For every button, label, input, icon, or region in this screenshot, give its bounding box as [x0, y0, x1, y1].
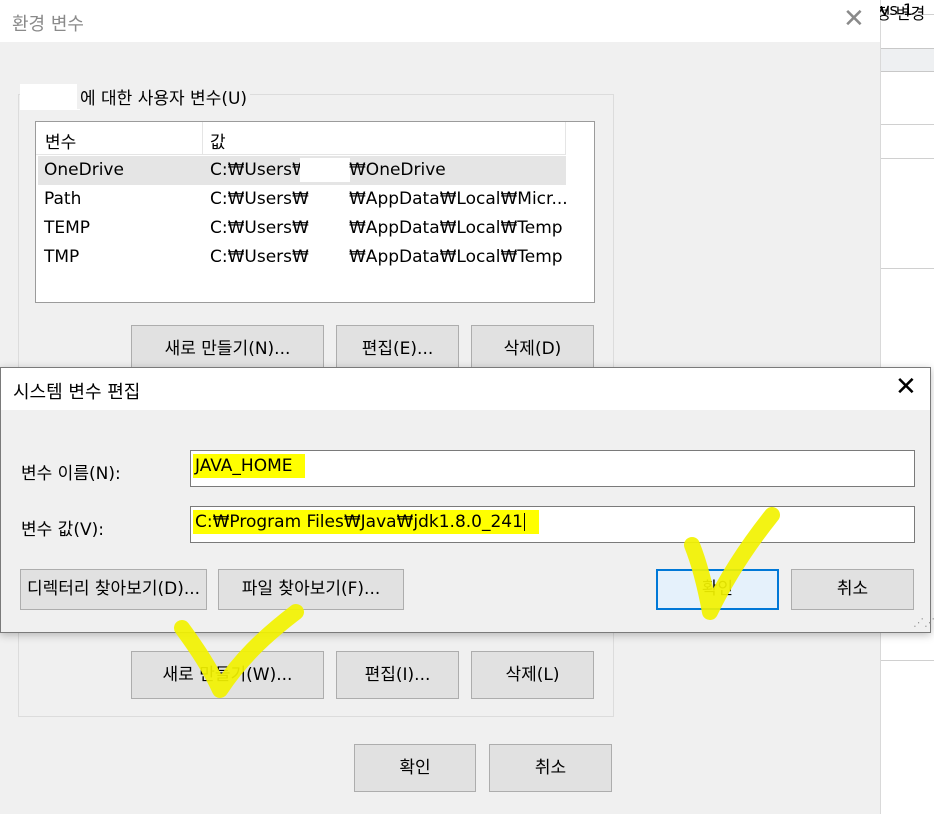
row-name: TMP [44, 247, 80, 267]
row-name: Path [44, 189, 82, 209]
row-name: TEMP [44, 218, 91, 238]
edit-system-variable-dialog: 시스템 변수 편집 ✕ 변수 이름(N): JAVA_HOME 변수 값(V):… [0, 367, 934, 633]
column-header-name[interactable]: 변수 [45, 128, 76, 153]
divider [881, 158, 934, 159]
column-separator [565, 122, 566, 154]
column-separator [202, 122, 203, 154]
system-delete-button[interactable]: 삭제(L) [471, 651, 594, 699]
divider [881, 124, 934, 125]
row-value-prefix: C:₩Users₩ [210, 247, 309, 267]
title-bar: 환경 변수 ✕ [0, 0, 880, 42]
title-bar: 시스템 변수 편집 ✕ [1, 368, 930, 410]
dialog-title: 환경 변수 [12, 14, 84, 35]
variable-name-label: 변수 이름(N): [21, 464, 121, 484]
variable-name-value: JAVA_HOME [193, 454, 305, 478]
dialog-title: 시스템 변수 편집 [13, 382, 141, 403]
user-delete-button[interactable]: 삭제(D) [471, 325, 594, 373]
row-value-suffix: ₩AppData₩Local₩Micr... [349, 189, 568, 209]
close-icon[interactable]: ✕ [843, 4, 865, 34]
user-edit-button[interactable]: 편집(E)... [336, 325, 459, 373]
edit-cancel-button[interactable]: 취소 [791, 569, 914, 610]
background-toolbar [881, 48, 934, 72]
table-row[interactable]: TEMP C:₩Users₩ ₩AppData₩Local₩Temp [38, 214, 566, 243]
redacted-username [300, 158, 350, 182]
system-new-button[interactable]: 새로 만들기(W)... [131, 651, 324, 699]
close-icon[interactable]: ✕ [895, 372, 917, 402]
list-header: 변수 값 [36, 122, 566, 155]
row-value-suffix: ₩AppData₩Local₩Temp [349, 218, 563, 238]
resize-grip-icon[interactable]: ⋰⋰ [913, 616, 934, 629]
variable-name-input[interactable]: JAVA_HOME [190, 450, 915, 487]
table-row[interactable]: TMP C:₩Users₩ ₩AppData₩Local₩Temp [38, 243, 566, 272]
row-value-prefix: C:₩Users₩ [210, 218, 309, 238]
edit-ok-button[interactable]: 확인 [656, 569, 779, 610]
ok-button[interactable]: 확인 [354, 744, 476, 792]
column-header-value[interactable]: 값 [210, 128, 226, 153]
row-value-prefix: C:₩Users₩ [210, 189, 309, 209]
variable-value-input[interactable]: C:₩Program Files₩Java₩jdk1.8.0_241 [190, 506, 915, 543]
divider [881, 660, 934, 661]
system-edit-button[interactable]: 편집(I)... [336, 651, 459, 699]
text-caret [523, 513, 525, 531]
table-row[interactable]: Path C:₩Users₩ ₩AppData₩Local₩Micr... [38, 185, 568, 214]
user-variables-list[interactable]: 변수 값 OneDrive C:₩Users₩ ₩OneDrive Path C… [35, 121, 595, 303]
row-value-suffix: ₩OneDrive [349, 160, 446, 180]
variable-value-label: 변수 값(V): [21, 520, 104, 540]
cancel-button[interactable]: 취소 [489, 744, 612, 792]
user-new-button[interactable]: 새로 만들기(N)... [131, 325, 324, 373]
browse-directory-button[interactable]: 디렉터리 찾아보기(D)... [20, 569, 207, 610]
table-row[interactable]: OneDrive C:₩Users₩ ₩OneDrive [38, 156, 566, 185]
row-value-prefix: C:₩Users₩ [210, 160, 309, 180]
row-value-suffix: ₩AppData₩Local₩Temp [349, 247, 563, 267]
browse-file-button[interactable]: 파일 찾아보기(F)... [218, 569, 404, 610]
user-variables-label: 에 대한 사용자 변수(U) [77, 84, 251, 109]
variable-value-text: C:₩Program Files₩Java₩jdk1.8.0_241 [195, 512, 523, 532]
variable-value-highlight: C:₩Program Files₩Java₩jdk1.8.0_241 [193, 510, 539, 534]
divider [881, 268, 934, 269]
redacted-username [20, 84, 80, 110]
row-name: OneDrive [44, 160, 124, 180]
settings-link[interactable]: 정 변경 [876, 0, 925, 24]
